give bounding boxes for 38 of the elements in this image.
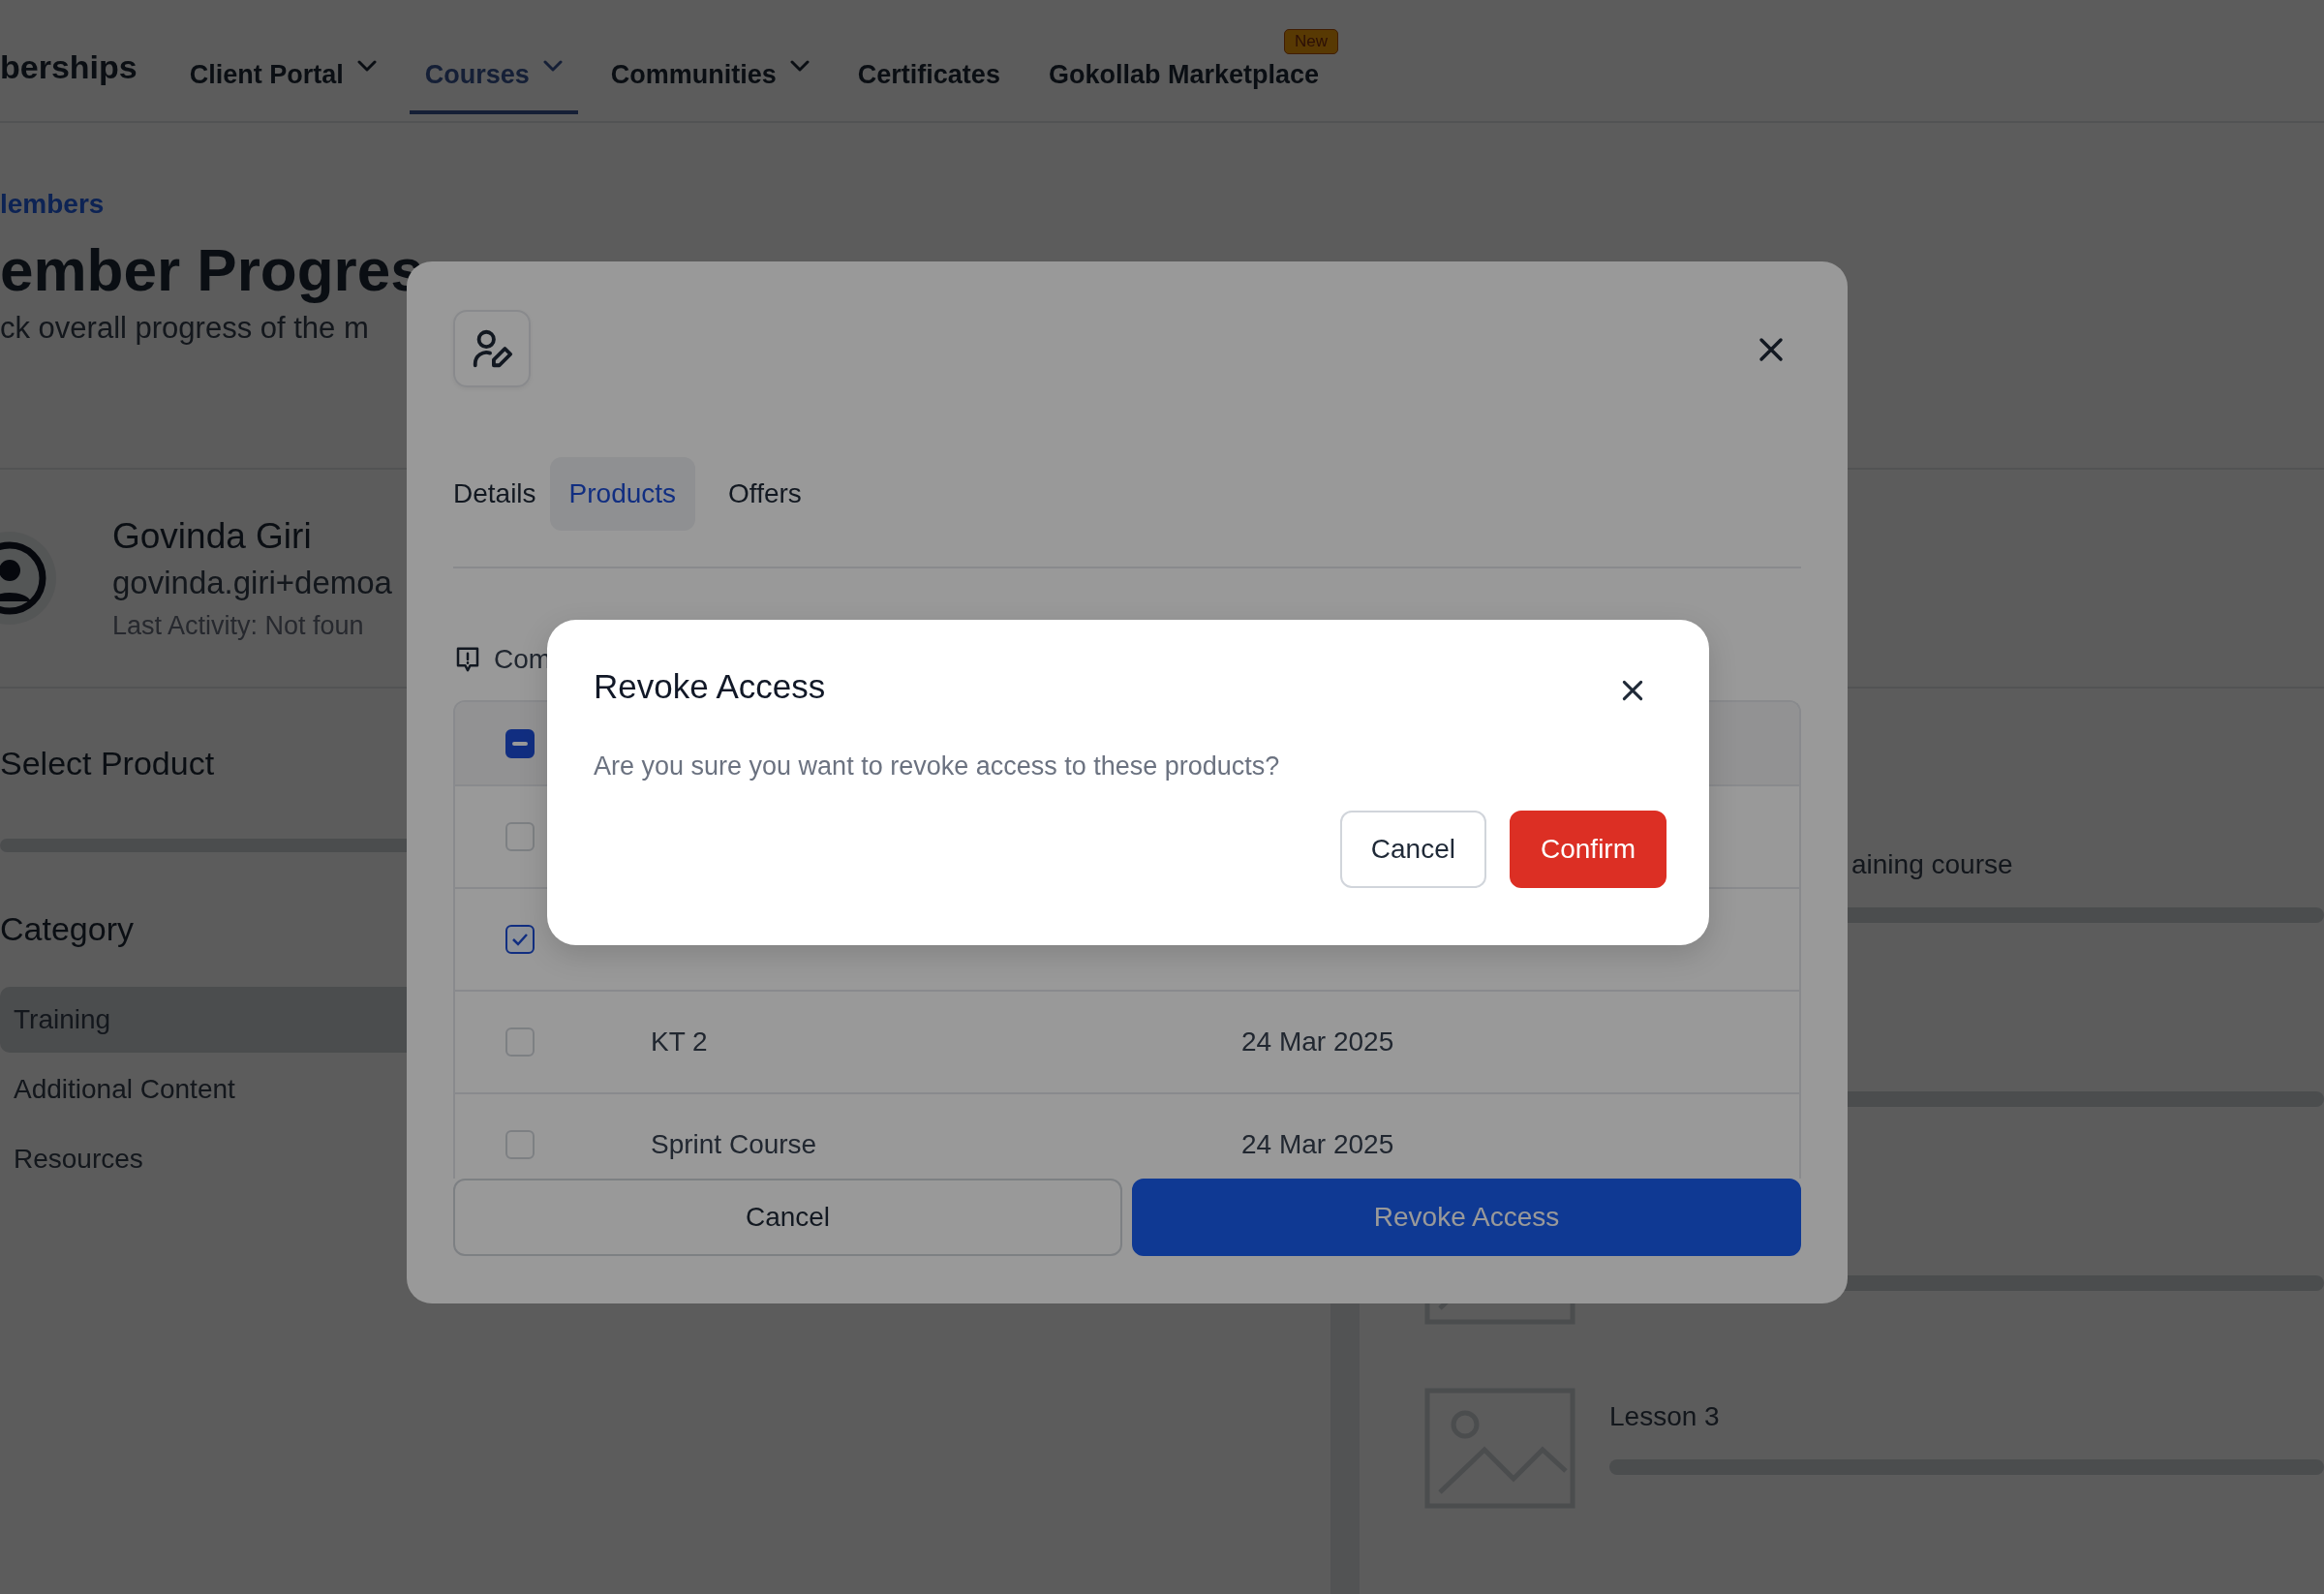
page-subtitle: ck overall progress of the m [0,311,370,347]
row-checkbox[interactable] [505,925,535,954]
nav-item[interactable]: Communities [595,58,825,114]
access-date: 24 Mar 2025 [1241,1129,1395,1160]
nav-item[interactable]: Courses [409,58,578,114]
category-label: Category [0,910,134,949]
lesson-title: aining course [1851,849,2014,882]
nav-item[interactable]: Certificates [841,58,1016,114]
access-date: 24 Mar 2025 [1241,1027,1395,1058]
breadcrumb-link[interactable]: lembers [0,189,105,220]
user-edit-icon [453,310,531,387]
select-all-checkbox[interactable] [505,728,535,758]
cancel-button[interactable]: Cancel [453,1179,1122,1256]
tab[interactable]: Details [453,457,536,531]
product-name: Sprint Course [651,1129,818,1160]
nav-item[interactable]: Gokollab Marketplace [1032,58,1334,114]
member-email: govinda.giri+demoa [112,564,392,601]
revoke-button[interactable]: Revoke Access [1132,1179,1801,1256]
dialog-title: Revoke Access [594,667,826,706]
brand-title: berships [0,48,138,86]
tab[interactable]: Offers [709,457,821,531]
select-product-label: Select Product [0,745,215,783]
close-icon [1620,678,1645,703]
close-icon [1757,335,1786,364]
tab[interactable]: Products [549,457,696,531]
checkmark-icon [511,933,529,946]
nav-item[interactable]: Client Portal [173,58,392,114]
confirm-button[interactable]: Confirm [1510,811,1667,888]
chevron-down-icon [789,60,810,72]
minus-icon [512,741,528,746]
cancel-button[interactable]: Cancel [1339,811,1486,888]
page-title: ember Progres [0,237,425,304]
chevron-down-icon [542,60,563,72]
product-name: KT 2 [651,1027,709,1058]
dialog-message: Are you sure you want to revoke access to these products? [594,751,1281,782]
chevron-down-icon [356,60,377,72]
lesson-title: Lesson 3 [1609,1401,1721,1434]
member-name: Govinda Giri [112,515,313,557]
